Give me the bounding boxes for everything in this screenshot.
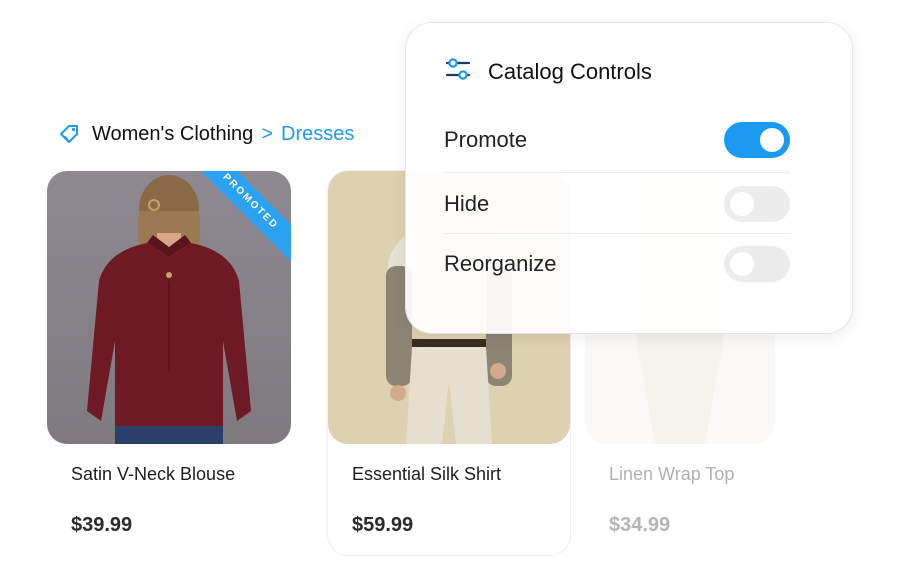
product-card[interactable]: PROMOTED Satin V-Neck Blouse $39.99 [47, 171, 291, 555]
sliders-icon [444, 55, 472, 88]
product-image: PROMOTED [47, 171, 291, 444]
product-price: $34.99 [609, 514, 671, 536]
control-label: Hide [444, 191, 490, 216]
product-price: $39.99 [71, 514, 133, 536]
product-name[interactable]: Linen Wrap Top [609, 464, 734, 485]
hide-toggle[interactable] [724, 186, 790, 222]
control-row-promote: Promote [444, 110, 790, 170]
product-name[interactable]: Essential Silk Shirt [352, 464, 501, 485]
breadcrumb: Women's Clothing > Dresses [58, 119, 354, 149]
tag-icon [58, 122, 82, 146]
control-label: Reorganize [444, 251, 557, 276]
panel-header: Catalog Controls [444, 55, 652, 88]
divider [444, 172, 790, 173]
catalog-controls-panel: Catalog Controls Promote Hide Reorganize [406, 23, 852, 333]
breadcrumb-category[interactable]: Women's Clothing [92, 123, 253, 146]
control-row-hide: Hide [444, 174, 790, 234]
control-row-reorganize: Reorganize [444, 234, 790, 294]
reorganize-toggle[interactable] [724, 246, 790, 282]
breadcrumb-separator: > [261, 122, 273, 145]
breadcrumb-current[interactable]: Dresses [281, 123, 354, 146]
product-price: $59.99 [352, 514, 414, 536]
product-name[interactable]: Satin V-Neck Blouse [71, 464, 235, 485]
control-label: Promote [444, 127, 528, 152]
panel-title: Catalog Controls [488, 58, 652, 84]
promote-toggle[interactable] [724, 122, 790, 158]
